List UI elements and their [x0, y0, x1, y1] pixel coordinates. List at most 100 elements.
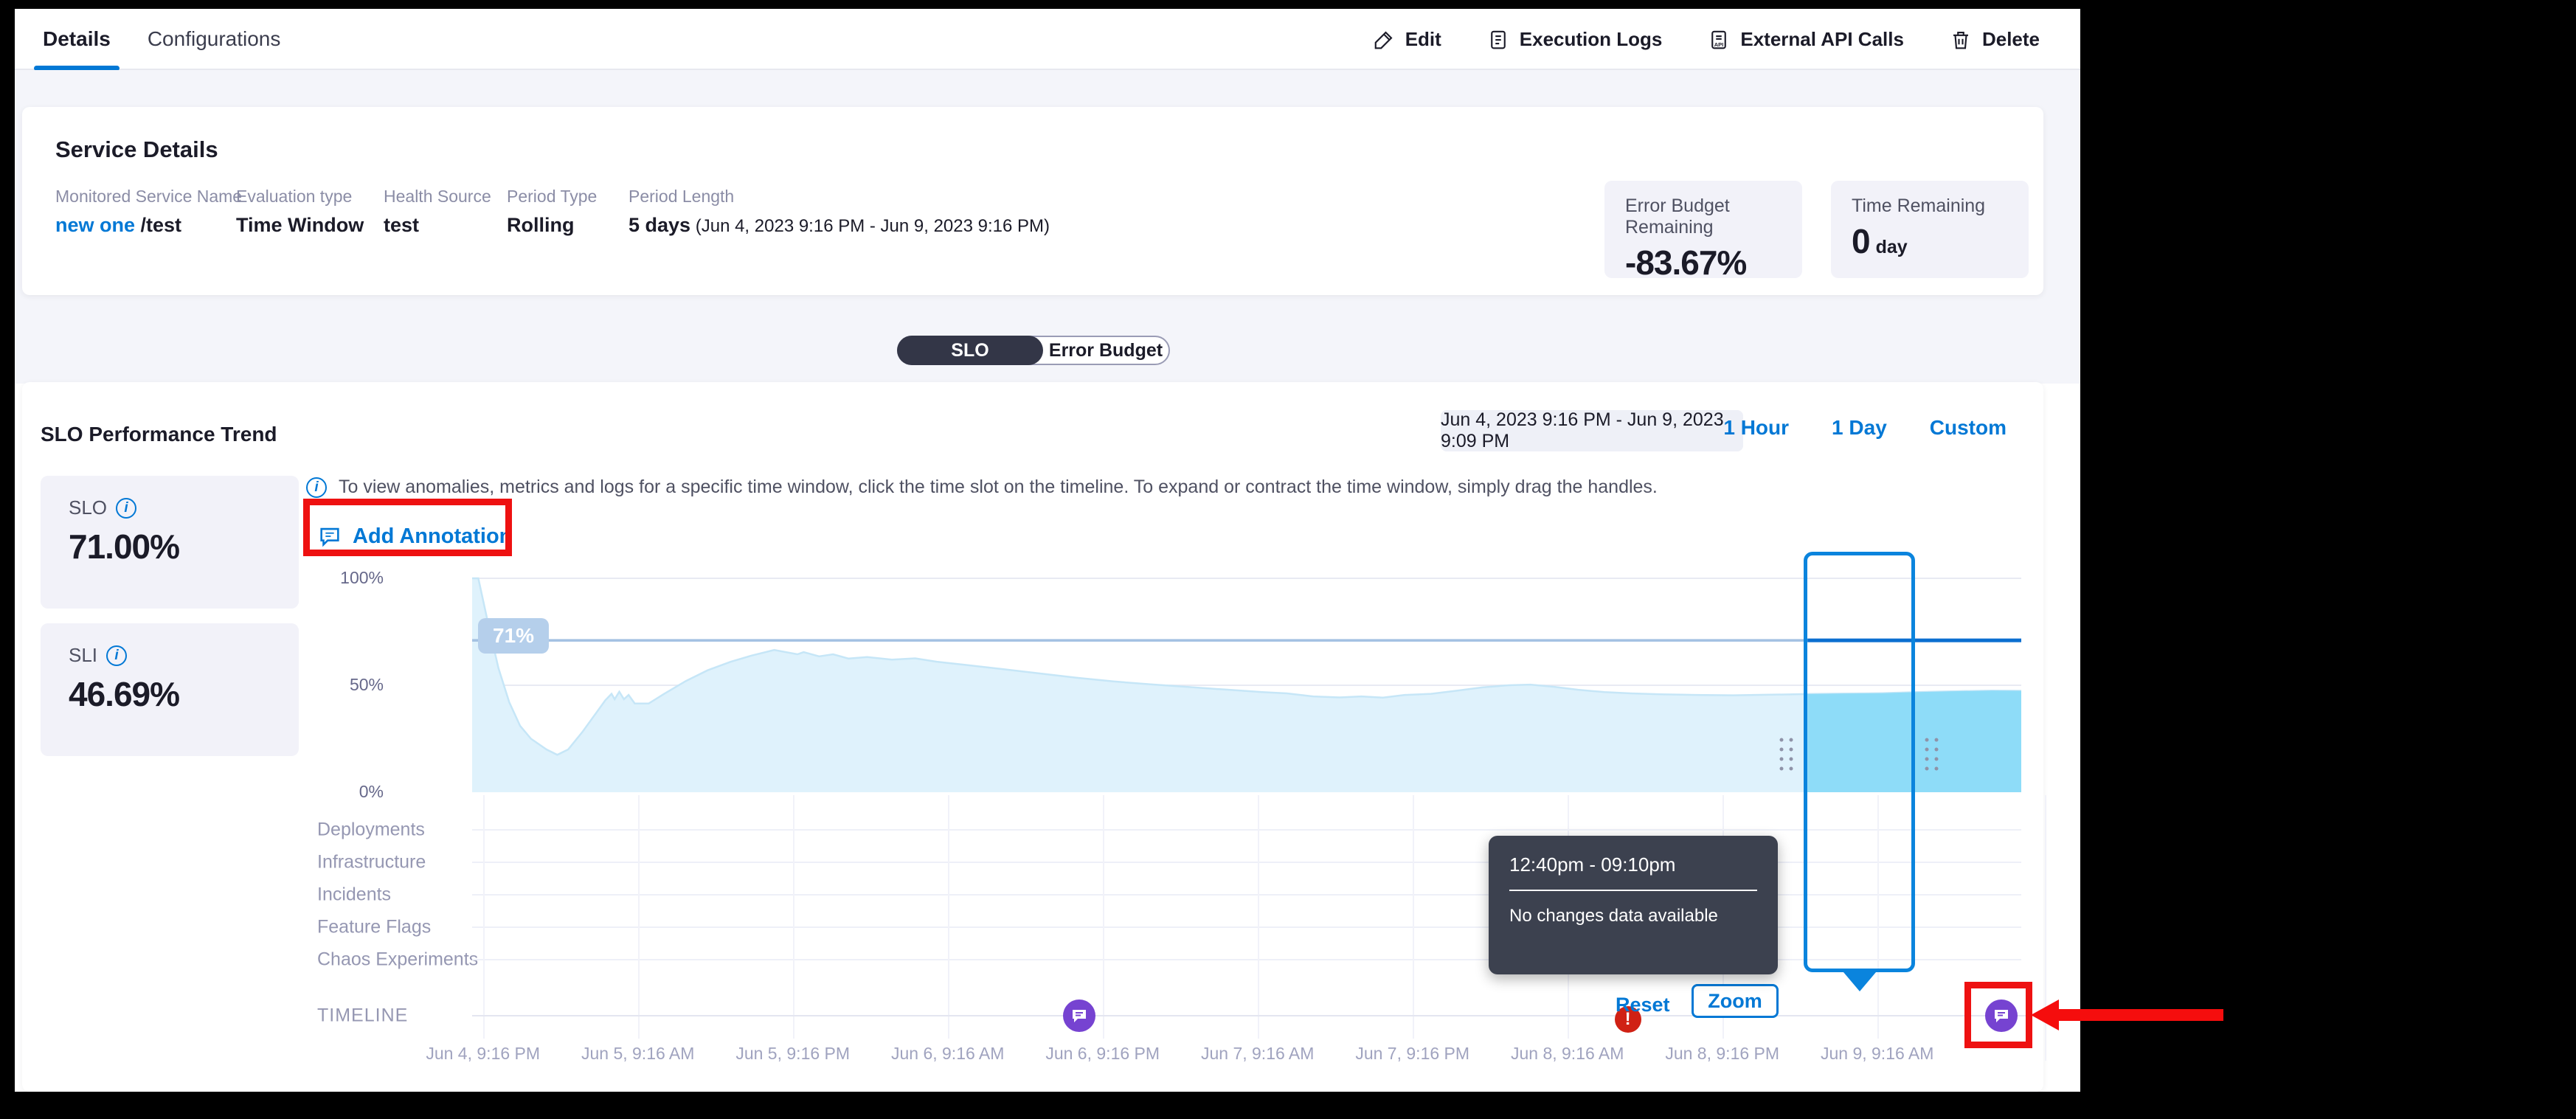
- time-window-selection[interactable]: [1804, 552, 1915, 972]
- field-label: Period Type: [507, 187, 597, 207]
- x-axis-tick: Jun 6, 9:16 PM: [1045, 1044, 1160, 1064]
- field-value: Time Window: [236, 214, 364, 237]
- stat-value: 0: [1852, 222, 1870, 260]
- x-axis-tick: Jun 6, 9:16 AM: [891, 1044, 1004, 1064]
- selection-right-drag-handle[interactable]: [1925, 738, 1939, 772]
- trend-title: SLO Performance Trend: [41, 423, 277, 446]
- svg-text:API: API: [1714, 41, 1724, 47]
- vertical-gridline: [948, 795, 949, 1039]
- row-label-chaos-experiments: Chaos Experiments: [317, 949, 478, 971]
- period-length-days: 5 days: [629, 214, 690, 236]
- add-annotation-label: Add Annotation: [353, 524, 512, 549]
- time-remaining-card: Time Remaining 0day: [1831, 181, 2029, 278]
- info-icon[interactable]: i: [116, 498, 136, 519]
- info-icon: i: [306, 477, 327, 498]
- field-period-length: Period Length 5 days (Jun 4, 2023 9:16 P…: [629, 187, 1050, 237]
- target-line-badge: 71%: [478, 618, 549, 654]
- row-label-infrastructure: Infrastructure: [317, 852, 426, 873]
- field-value: test: [384, 214, 491, 237]
- row-separator: [472, 862, 2021, 863]
- row-separator: [472, 829, 2021, 831]
- annotation-bubble-glyph: [1070, 1007, 1088, 1025]
- annotation-marker-icon[interactable]: [1985, 1000, 2018, 1032]
- x-axis-tick: Jun 9, 9:16 AM: [1821, 1044, 1933, 1064]
- stat-label: Error Budget Remaining: [1625, 195, 1782, 238]
- info-text: To view anomalies, metrics and logs for …: [339, 477, 1658, 498]
- selection-pointer-icon: [1843, 972, 1876, 991]
- external-api-calls-button[interactable]: API External API Calls: [1708, 28, 1904, 51]
- range-links: 1 Hour 1 Day Custom: [1723, 416, 2007, 440]
- tab-bar: Details Configurations Edit Execution Lo…: [15, 9, 2080, 70]
- vertical-gridline: [1258, 795, 1259, 1039]
- tab-details[interactable]: Details: [34, 9, 120, 69]
- y-axis-tick-50: 50%: [317, 675, 384, 695]
- stat-value: -83.67%: [1625, 243, 1782, 283]
- x-axis-tick: Jun 8, 9:16 AM: [1511, 1044, 1624, 1064]
- vertical-gridline: [793, 795, 794, 1039]
- annotation-bubble-icon: [317, 524, 342, 549]
- pencil-icon: [1373, 29, 1395, 51]
- row-label-deployments: Deployments: [317, 820, 425, 841]
- slo-performance-trend-card: SLO Performance Trend Jun 4, 2023 9:16 P…: [22, 382, 2043, 1092]
- red-arrow-icon: [2031, 1000, 2059, 1030]
- timeline-label: TIMELINE: [317, 1005, 408, 1027]
- field-label: Period Length: [629, 187, 1050, 207]
- zoom-button[interactable]: Zoom: [1692, 984, 1779, 1018]
- vertical-gridline: [638, 795, 640, 1039]
- vertical-gridline: [1413, 795, 1414, 1039]
- field-label: Evaluation type: [236, 187, 364, 207]
- app-window: Details Configurations Edit Execution Lo…: [15, 9, 2080, 1092]
- timeslot-tooltip: 12:40pm - 09:10pm No changes data availa…: [1489, 836, 1778, 974]
- row-separator: [472, 894, 2021, 895]
- field-label: Monitored Service Name: [55, 187, 242, 207]
- toggle-slo[interactable]: SLO: [897, 336, 1043, 365]
- field-value: Rolling: [507, 214, 597, 237]
- y-axis-tick-0: 0%: [317, 782, 384, 802]
- reset-button[interactable]: Reset: [1616, 994, 1670, 1016]
- add-annotation-button[interactable]: Add Annotation: [317, 524, 512, 549]
- execution-logs-button[interactable]: Execution Logs: [1487, 28, 1663, 51]
- api-document-icon: API: [1708, 29, 1730, 51]
- annotation-marker-icon[interactable]: [1063, 1000, 1095, 1032]
- period-length-range: (Jun 4, 2023 9:16 PM - Jun 9, 2023 9:16 …: [690, 216, 1050, 236]
- range-link-1day[interactable]: 1 Day: [1832, 416, 1887, 440]
- vertical-gridline: [483, 795, 485, 1039]
- timeline-axis-line: [472, 1015, 2045, 1016]
- x-axis-tick: Jun 7, 9:16 AM: [1201, 1044, 1314, 1064]
- edit-button[interactable]: Edit: [1373, 28, 1441, 51]
- field-health-source: Health Source test: [384, 187, 491, 237]
- range-link-custom[interactable]: Custom: [1930, 416, 2007, 440]
- service-details-title: Service Details: [55, 136, 218, 163]
- slo-metric-card: SLOi 71.00%: [41, 476, 299, 609]
- service-details-card: Service Details Monitored Service Name n…: [22, 107, 2043, 295]
- info-icon[interactable]: i: [106, 645, 127, 666]
- row-separator: [472, 926, 2021, 928]
- external-api-calls-label: External API Calls: [1740, 28, 1904, 51]
- vertical-gridline: [1103, 795, 1104, 1039]
- monitored-service-link[interactable]: new one: [55, 214, 135, 236]
- stat-unit: day: [1876, 237, 1908, 257]
- slo-label: SLO: [69, 496, 107, 519]
- row-separator: [472, 959, 2021, 960]
- range-link-1hour[interactable]: 1 Hour: [1723, 416, 1789, 440]
- monitored-service-env: /test: [135, 214, 181, 236]
- annotation-bubble-glyph: [1992, 1007, 2010, 1025]
- tab-configurations[interactable]: Configurations: [139, 9, 290, 69]
- delete-button[interactable]: Delete: [1950, 28, 2040, 51]
- y-axis-tick-100: 100%: [317, 568, 384, 588]
- tooltip-divider: [1509, 890, 1757, 891]
- x-axis-tick: Jun 5, 9:16 PM: [735, 1044, 850, 1064]
- x-axis-tick: Jun 4, 9:16 PM: [426, 1044, 540, 1064]
- header-actions: Edit Execution Logs API External API Cal…: [1373, 9, 2040, 70]
- red-arrow-shaft: [2057, 1009, 2223, 1021]
- field-evaluation-type: Evaluation type Time Window: [236, 187, 364, 237]
- error-budget-remaining-card: Error Budget Remaining -83.67%: [1604, 181, 1802, 278]
- tooltip-time-range: 12:40pm - 09:10pm: [1509, 853, 1757, 876]
- sli-label: SLI: [69, 644, 97, 667]
- toggle-error-budget[interactable]: Error Budget: [1043, 337, 1168, 364]
- slo-errorbudget-toggle[interactable]: SLO Error Budget: [897, 336, 1170, 365]
- date-range-pill[interactable]: Jun 4, 2023 9:16 PM - Jun 9, 2023 9:09 P…: [1441, 410, 1743, 451]
- selection-left-drag-handle[interactable]: [1780, 738, 1794, 772]
- row-label-incidents: Incidents: [317, 884, 391, 906]
- edit-label: Edit: [1405, 28, 1441, 51]
